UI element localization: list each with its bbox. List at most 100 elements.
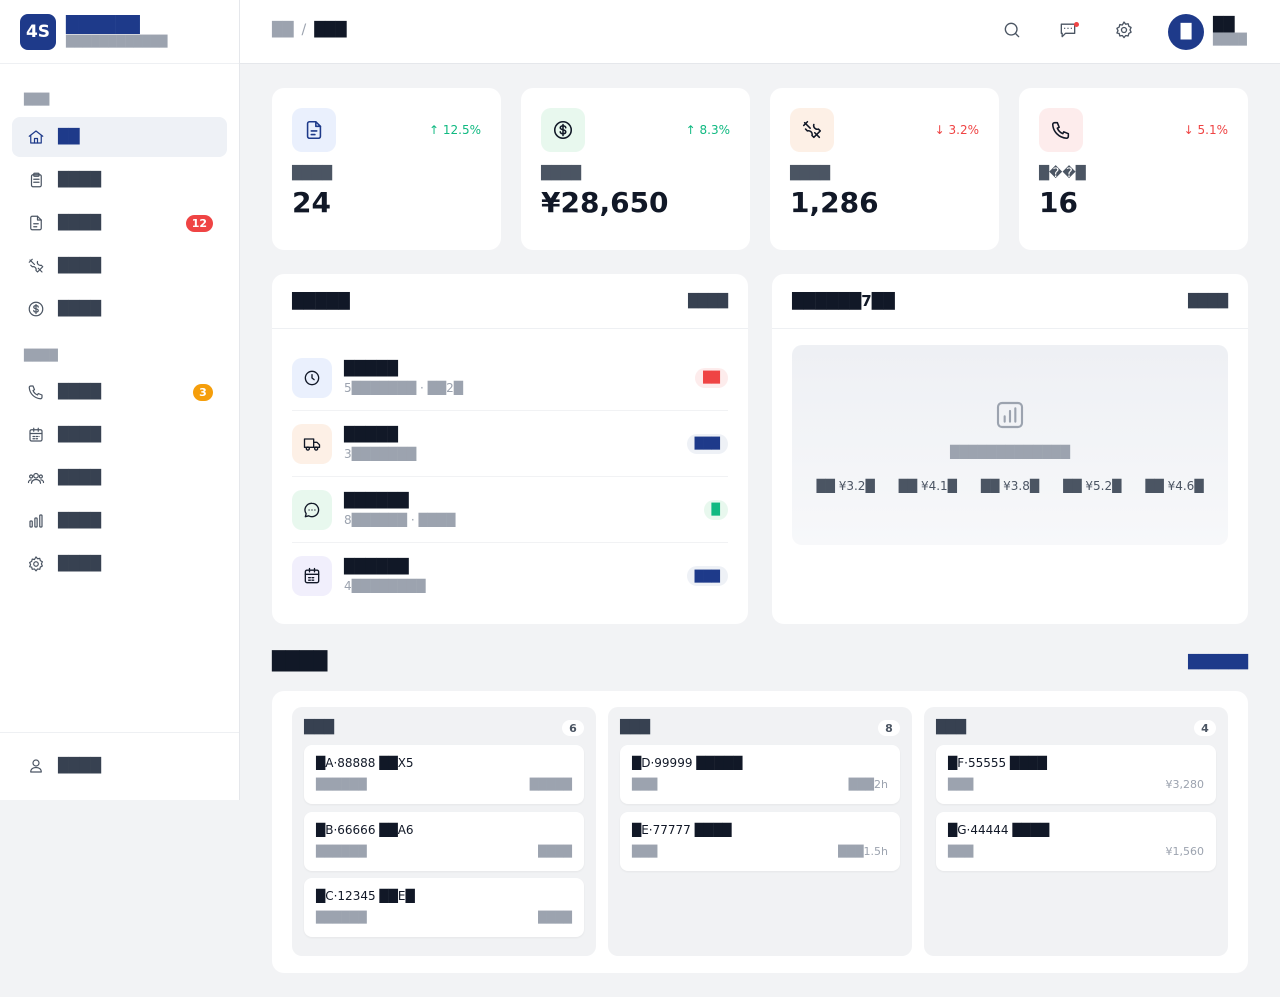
- revenue-panel-title: ██████7██: [792, 292, 895, 310]
- documents-badge: 12: [185, 214, 213, 232]
- task-item[interactable]: ██████ 8██████ · ████ █: [292, 477, 728, 543]
- sidebar-item-documents[interactable]: ████ 12: [12, 203, 227, 243]
- task-item[interactable]: ██████ 4████████ ███: [292, 543, 728, 609]
- sidebar-item-calls[interactable]: ████ 3: [12, 372, 227, 412]
- vehicle-card[interactable]: █G·44444 ████ ███ ¥1,560: [936, 812, 1216, 871]
- sidebar-item-repair[interactable]: ████: [12, 246, 227, 286]
- brand-name: ██████: [66, 14, 140, 34]
- brand-logo: 4S: [20, 13, 56, 50]
- chart-value: ██ ¥3.8█: [980, 479, 1040, 493]
- column-count: 8: [878, 720, 900, 736]
- notification-dot: [1074, 22, 1079, 27]
- tools-icon: [790, 108, 834, 152]
- sidebar-item-label: ████: [58, 215, 102, 231]
- stat-trend: ↑ 12.5%: [429, 123, 481, 137]
- chart-values: ██ ¥3.2█ ██ ¥4.1█ ██ ¥3.8█ ██ ¥5.2█ ██ ¥…: [792, 479, 1228, 493]
- revenue-details-link[interactable]: ████: [1188, 294, 1228, 309]
- sidebar-item-label: ████: [58, 301, 102, 317]
- breadcrumb: ██ / ███: [272, 22, 347, 38]
- card-meta: ████: [538, 845, 572, 858]
- card-title: █F·55555 ████: [948, 756, 1047, 770]
- task-title: ██████: [344, 559, 409, 575]
- chart-placeholder: █████████████ ██ ¥3.2█ ██ ¥4.1█ ██ ¥3.8█…: [792, 345, 1228, 545]
- vehicle-card[interactable]: █C·12345 ██E█ ██████ ████: [304, 878, 584, 937]
- card-title: █G·44444 ████: [948, 823, 1050, 837]
- stat-value: 16: [1039, 186, 1078, 219]
- tasks-panel-header: █████ ████: [272, 274, 748, 329]
- vehicle-card[interactable]: █B·66666 ██A6 ██████ ████: [304, 812, 584, 871]
- card-title: █A·88888 ██X5: [316, 756, 414, 770]
- sidebar-item-reports[interactable]: ████: [12, 501, 227, 541]
- card-subtitle: ███: [948, 845, 974, 858]
- calendar-icon: [26, 425, 46, 445]
- stat-card-4: ↓ 5.1% █��█ 16: [1019, 88, 1248, 250]
- sidebar-item-settings[interactable]: ████: [12, 544, 227, 584]
- document-icon: [26, 213, 46, 233]
- task-text: █████ 5███████ · ██2█: [344, 359, 463, 397]
- top-bar: ██ / ███ █ ██ ████: [240, 0, 1280, 64]
- breadcrumb-root[interactable]: ██: [272, 22, 294, 38]
- stat-label: ████: [541, 166, 581, 181]
- sidebar-item-home[interactable]: ██: [12, 117, 227, 157]
- search-icon: [1002, 20, 1022, 44]
- brand-subtitle: ████████████: [66, 34, 168, 48]
- card-title: █B·66666 ██A6: [316, 823, 414, 837]
- messages-button[interactable]: [1054, 18, 1082, 46]
- vehicle-card[interactable]: █D·99999 █████ ███ ███2h: [620, 745, 900, 804]
- task-item[interactable]: █████ 5███████ · ██2█ ██: [292, 345, 728, 411]
- user-name[interactable]: ██: [1213, 17, 1235, 33]
- breadcrumb-separator: /: [301, 22, 307, 38]
- stat-value: ¥28,650: [541, 186, 669, 219]
- kanban-view-all-link[interactable]: ██████: [1188, 655, 1248, 670]
- task-subtitle: 8██████ · ████: [344, 512, 456, 527]
- sidebar-item-label: ██: [58, 129, 80, 145]
- card-subtitle: ██████: [316, 845, 367, 858]
- brand-text: ██████ ████████████: [66, 15, 168, 49]
- settings-button[interactable]: [1110, 18, 1138, 46]
- sidebar-item-label: ████: [58, 384, 102, 400]
- sidebar-item-label: ████: [58, 427, 102, 443]
- gear-icon: [1114, 20, 1134, 44]
- card-title: █D·99999 █████: [632, 756, 743, 770]
- card-meta: █████: [529, 778, 572, 791]
- task-tag: █: [703, 499, 728, 520]
- dollar-circle-icon: [541, 108, 585, 152]
- task-tag: ███: [686, 433, 728, 454]
- dollar-icon: [26, 299, 46, 319]
- user-role: ████: [1213, 33, 1247, 46]
- sidebar-item-orders[interactable]: ████: [12, 160, 227, 200]
- sidebar-item-label: ████: [58, 172, 102, 188]
- chart-icon: [996, 401, 1024, 429]
- brand[interactable]: 4S ██████ ████████████: [0, 0, 239, 64]
- stat-trend: ↓ 5.1%: [1183, 123, 1228, 137]
- vehicle-card[interactable]: █E·77777 ████ ███ ███1.5h: [620, 812, 900, 871]
- tasks-view-all-link[interactable]: ████: [688, 294, 728, 309]
- stat-label: ████: [292, 166, 332, 181]
- vehicle-card[interactable]: █F·55555 ████ ███ ¥3,280: [936, 745, 1216, 804]
- sidebar-item-label: ████: [58, 556, 102, 572]
- card-subtitle: ██████: [316, 778, 367, 791]
- task-text: ██████ 8██████ · ████: [344, 491, 455, 529]
- chart-value: ██ ¥5.2█: [1063, 479, 1122, 493]
- kanban-title: ████: [272, 651, 328, 672]
- sidebar: 4S ██████ ████████████ ███ ██ ████ ████ …: [0, 0, 240, 800]
- clock-icon: [292, 357, 332, 398]
- task-item[interactable]: █████ 3███████ ███: [292, 411, 728, 477]
- vehicle-card[interactable]: █A·88888 ██X5 ██████ █████: [304, 745, 584, 804]
- task-subtitle: 4████████: [344, 579, 426, 593]
- sidebar-item-finance[interactable]: ████: [12, 289, 227, 329]
- avatar[interactable]: █: [1168, 14, 1204, 50]
- sidebar-item-customers[interactable]: ████: [12, 458, 227, 498]
- card-title: █E·77777 ████: [632, 823, 732, 837]
- user-icon: [26, 756, 46, 776]
- task-subtitle: 5███████ · ██2█: [344, 380, 463, 395]
- sidebar-item-appointments[interactable]: ████: [12, 415, 227, 455]
- breadcrumb-current: ███: [314, 22, 347, 38]
- search-button[interactable]: [998, 18, 1026, 46]
- tools-icon: [26, 256, 46, 276]
- sidebar-item-profile[interactable]: ████: [12, 746, 227, 786]
- stat-trend: ↑ 8.3%: [685, 123, 730, 137]
- task-title: █████: [344, 426, 398, 443]
- tasks-panel-title: █████: [292, 292, 350, 310]
- kanban-board: ███ 6 █A·88888 ██X5 ██████ █████ █B·6666…: [272, 691, 1248, 973]
